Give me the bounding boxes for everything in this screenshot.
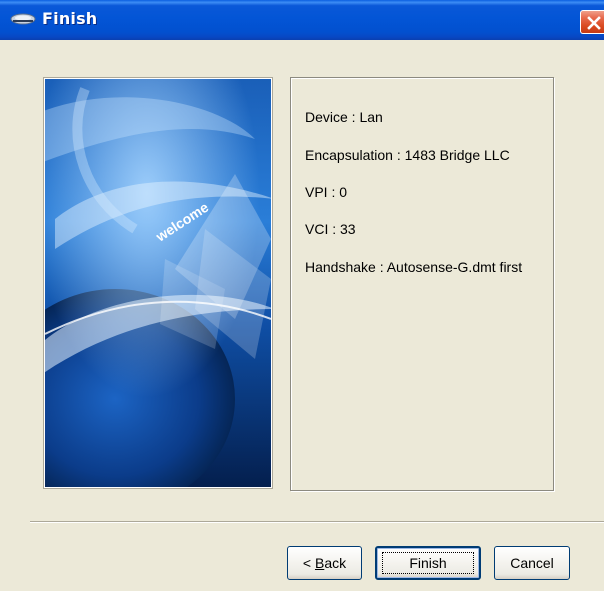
cancel-button[interactable]: Cancel	[494, 546, 570, 580]
finish-dialog: Finish welcome Device: Lan Encapsulatio…	[0, 0, 604, 591]
window-title: Finish	[42, 9, 98, 28]
summary-vci: VCI : 33	[305, 221, 356, 237]
summary-vpi: VPI : 0	[305, 184, 348, 200]
back-button-prefix: <	[302, 555, 315, 571]
close-icon	[587, 16, 601, 30]
welcome-image: welcome	[43, 77, 273, 489]
back-button-mnemonic: B	[314, 555, 325, 571]
settings-summary-panel: Device : Lan Encapsulation : 1483 Bridge…	[290, 77, 554, 491]
network-app-icon	[10, 12, 36, 26]
summary-device: Device : Lan	[305, 109, 383, 125]
finish-button[interactable]: Finish	[375, 546, 481, 580]
cancel-button-label: Cancel	[510, 555, 554, 571]
back-button-rest: ack	[324, 555, 347, 571]
summary-encapsulation: Encapsulation : 1483 Bridge LLC	[305, 147, 510, 163]
focus-rectangle	[382, 552, 474, 574]
summary-handshake: Handshake : Autosense-G.dmt first	[305, 259, 523, 275]
back-button[interactable]: < Back	[287, 546, 362, 580]
title-bar[interactable]: Finish	[0, 0, 604, 40]
close-button[interactable]	[580, 10, 604, 34]
button-separator	[30, 521, 604, 523]
